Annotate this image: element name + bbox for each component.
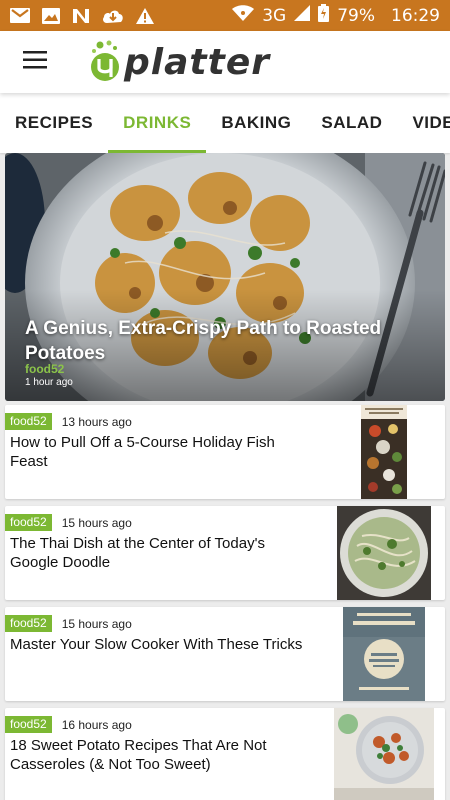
article-title: How to Pull Off a 5-Course Holiday Fish … bbox=[10, 434, 275, 470]
source-badge: food52 bbox=[5, 716, 52, 733]
logo-mark-icon bbox=[88, 39, 124, 85]
notification-icons bbox=[10, 7, 154, 24]
source-badge: food52 bbox=[5, 413, 52, 430]
app-logo: platter bbox=[88, 39, 270, 85]
article-time: 16 hours ago bbox=[61, 717, 132, 732]
article-title: The Thai Dish at the Center of Today's G… bbox=[10, 535, 265, 571]
category-tabs: RECIPES DRINKS BAKING SALAD VIDEOS bbox=[0, 93, 450, 153]
logo-text: platter bbox=[124, 41, 270, 83]
article-title: 18 Sweet Potato Recipes That Are Not Cas… bbox=[10, 737, 267, 773]
image-icon bbox=[42, 7, 60, 24]
network-type: 3G bbox=[262, 5, 287, 26]
tab-recipes[interactable]: RECIPES bbox=[0, 93, 108, 153]
tab-videos[interactable]: VIDEOS bbox=[397, 93, 450, 153]
download-icon bbox=[102, 8, 124, 24]
source-badge: food52 bbox=[5, 615, 52, 632]
gmail-icon bbox=[10, 8, 30, 23]
featured-article-time: 1 hour ago bbox=[25, 377, 73, 388]
article-card[interactable]: food52 15 hours ago Master Your Slow Coo… bbox=[5, 607, 445, 701]
news-icon bbox=[72, 8, 90, 24]
hamburger-icon bbox=[23, 50, 47, 74]
article-thumbnail bbox=[361, 405, 407, 499]
article-time: 13 hours ago bbox=[61, 414, 132, 429]
clock: 16:29 bbox=[391, 5, 440, 26]
source-badge: food52 bbox=[5, 514, 52, 531]
featured-article-source: food52 bbox=[25, 362, 65, 376]
article-thumbnail bbox=[334, 708, 434, 800]
wifi-icon bbox=[232, 5, 255, 26]
article-thumbnail bbox=[337, 506, 431, 600]
featured-article-card[interactable]: A Genius, Extra-Crispy Path to Roasted P… bbox=[5, 153, 445, 401]
article-thumbnail bbox=[343, 607, 425, 701]
battery-icon bbox=[318, 4, 330, 27]
featured-article-title: A Genius, Extra-Crispy Path to Roasted P… bbox=[25, 318, 382, 364]
article-card[interactable]: food52 15 hours ago The Thai Dish at the… bbox=[5, 506, 445, 600]
warning-icon bbox=[136, 7, 154, 24]
battery-percent: 79% bbox=[337, 5, 375, 26]
article-feed: A Genius, Extra-Crispy Path to Roasted P… bbox=[0, 153, 450, 800]
signal-icon bbox=[294, 5, 311, 26]
tab-baking[interactable]: BAKING bbox=[206, 93, 306, 153]
app-bar: platter bbox=[0, 31, 450, 93]
tab-drinks[interactable]: DRINKS bbox=[108, 93, 207, 153]
article-card[interactable]: food52 16 hours ago 18 Sweet Potato Reci… bbox=[5, 708, 445, 800]
article-time: 15 hours ago bbox=[61, 616, 132, 631]
article-time: 15 hours ago bbox=[61, 515, 132, 530]
article-card[interactable]: food52 13 hours ago How to Pull Off a 5-… bbox=[5, 405, 445, 499]
article-title: Master Your Slow Cooker With These Trick… bbox=[10, 636, 303, 653]
status-bar: 3G 79% 16:29 bbox=[0, 0, 450, 31]
menu-button[interactable] bbox=[0, 31, 70, 93]
tab-salad[interactable]: SALAD bbox=[306, 93, 397, 153]
